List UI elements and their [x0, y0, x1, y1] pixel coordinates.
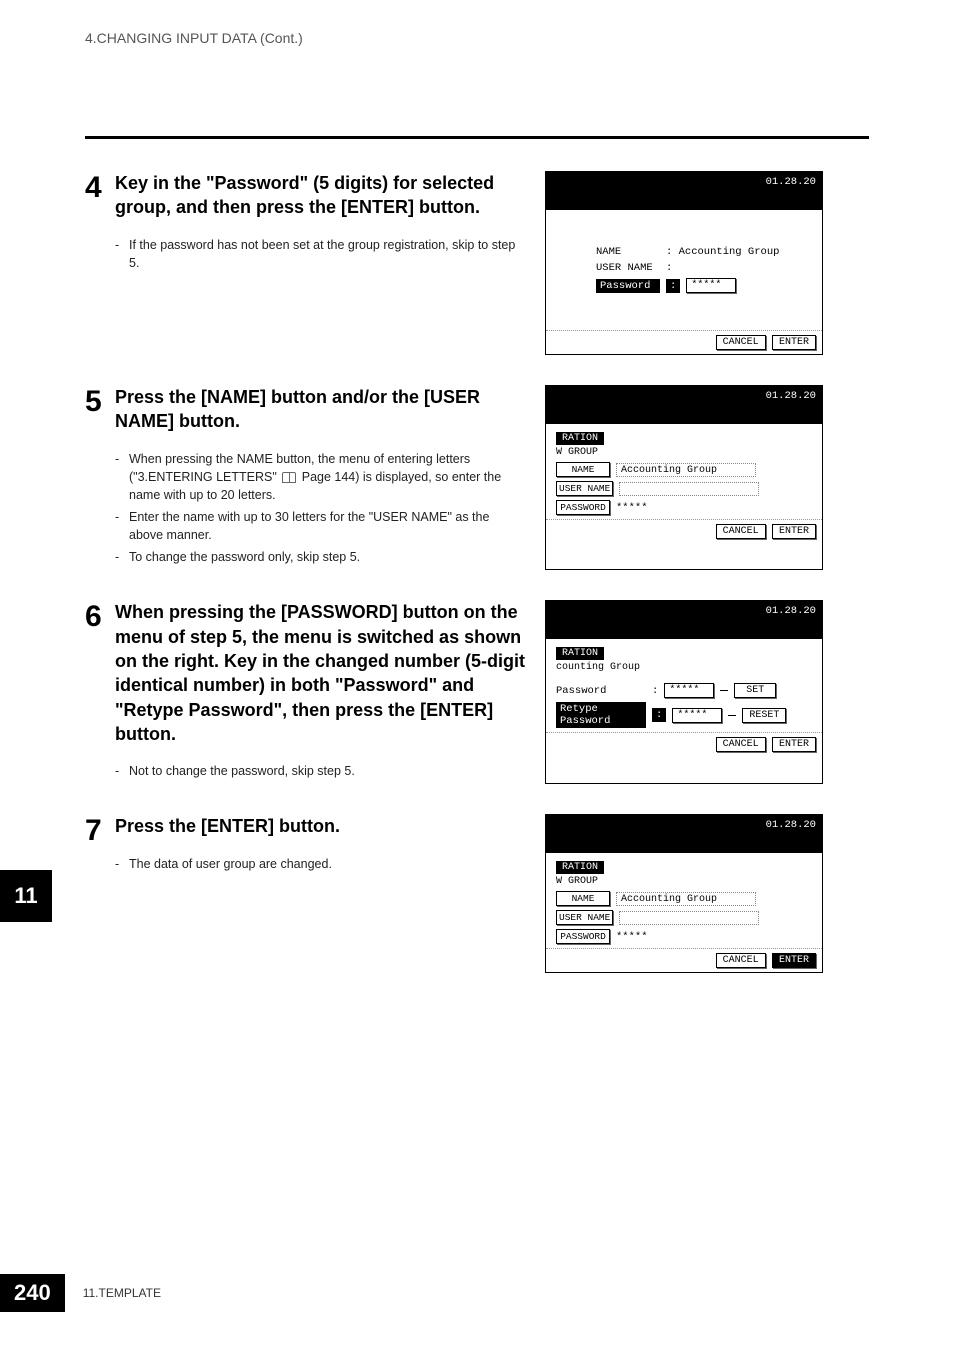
step-title: Press the [NAME] button and/or the [USER… — [115, 385, 525, 434]
step-7: 7 Press the [ENTER] button. - The data o… — [85, 814, 869, 973]
step-number: 4 — [85, 171, 115, 355]
screenshot-step6: 01.28.20 RATION counting Group Password … — [545, 600, 823, 784]
bullet-dash: - — [115, 855, 129, 873]
enter-button[interactable]: ENTER — [772, 953, 816, 968]
username-value — [619, 482, 759, 496]
step-number: 7 — [85, 814, 115, 973]
username-button[interactable]: USER NAME — [556, 481, 613, 496]
cancel-button[interactable]: CANCEL — [716, 953, 766, 968]
set-button[interactable]: SET — [734, 683, 776, 698]
tab-label: RATION — [556, 647, 604, 660]
username-value: : — [666, 262, 672, 274]
timestamp: 01.28.20 — [766, 605, 816, 617]
step-4: 4 Key in the "Password" (5 digits) for s… — [85, 171, 869, 355]
cancel-button[interactable]: CANCEL — [716, 524, 766, 539]
page-number: 240 — [0, 1274, 65, 1312]
step-6: 6 When pressing the [PASSWORD] button on… — [85, 600, 869, 784]
page-header: 4.CHANGING INPUT DATA (Cont.) — [85, 30, 869, 139]
timestamp: 01.28.20 — [766, 176, 816, 188]
password-button[interactable]: PASSWORD — [556, 500, 610, 515]
step-number: 6 — [85, 600, 115, 784]
reset-button[interactable]: RESET — [742, 708, 786, 723]
timestamp: 01.28.20 — [766, 390, 816, 402]
step-5: 5 Press the [NAME] button and/or the [US… — [85, 385, 869, 570]
colon: : — [652, 685, 658, 697]
chapter-tab: 11 — [0, 870, 52, 922]
subheading: W GROUP — [556, 447, 812, 458]
enter-button[interactable]: ENTER — [772, 335, 816, 350]
bullet-dash: - — [115, 450, 129, 504]
username-label: USER NAME — [596, 262, 660, 274]
password-label: Password — [596, 279, 660, 293]
screenshot-step4: 01.28.20 NAME : Accounting Group USER NA… — [545, 171, 823, 355]
step-title: When pressing the [PASSWORD] button on t… — [115, 600, 525, 746]
retype-label: Retype Password — [556, 702, 646, 728]
bullet-dash: - — [115, 762, 129, 780]
bullet-text: Not to change the password, skip step 5. — [129, 762, 525, 780]
timestamp: 01.28.20 — [766, 819, 816, 831]
page-footer: 240 11.TEMPLATE — [0, 1274, 161, 1312]
name-value: Accounting Group — [616, 463, 756, 477]
tab-label: RATION — [556, 432, 604, 445]
cancel-button[interactable]: CANCEL — [716, 737, 766, 752]
step-title: Press the [ENTER] button. — [115, 814, 525, 838]
password-button[interactable]: PASSWORD — [556, 929, 610, 944]
screenshot-step7: 01.28.20 RATION W GROUP NAME Accounting … — [545, 814, 823, 973]
password-input[interactable]: ***** — [664, 683, 714, 698]
bullet-text: The data of user group are changed. — [129, 855, 525, 873]
bullet-text: To change the password only, skip step 5… — [129, 548, 525, 566]
bullet-dash: - — [115, 548, 129, 566]
subheading: W GROUP — [556, 876, 812, 887]
step-title: Key in the "Password" (5 digits) for sel… — [115, 171, 525, 220]
colon: : — [666, 279, 680, 293]
password-value: ***** — [616, 502, 648, 514]
colon: : — [652, 708, 666, 722]
password-value: ***** — [616, 931, 648, 943]
bullet-dash: - — [115, 508, 129, 544]
screenshot-step5: 01.28.20 RATION W GROUP NAME Accounting … — [545, 385, 823, 570]
cancel-button[interactable]: CANCEL — [716, 335, 766, 350]
retype-input[interactable]: ***** — [672, 708, 722, 723]
name-label: NAME — [596, 246, 660, 258]
password-label: Password — [556, 685, 646, 697]
enter-button[interactable]: ENTER — [772, 524, 816, 539]
bullet-dash: - — [115, 236, 129, 272]
step-number: 5 — [85, 385, 115, 570]
book-icon — [282, 472, 296, 483]
chapter-label: 11.TEMPLATE — [83, 1286, 161, 1300]
enter-button[interactable]: ENTER — [772, 737, 816, 752]
name-value: : Accounting Group — [666, 246, 779, 258]
username-value — [619, 911, 759, 925]
password-input[interactable]: ***** — [686, 278, 736, 293]
name-button[interactable]: NAME — [556, 462, 610, 477]
name-button[interactable]: NAME — [556, 891, 610, 906]
bullet-text: When pressing the NAME button, the menu … — [129, 450, 525, 504]
tab-label: RATION — [556, 861, 604, 874]
bullet-text: Enter the name with up to 30 letters for… — [129, 508, 525, 544]
bullet-text: If the password has not been set at the … — [129, 236, 525, 272]
subheading: counting Group — [556, 662, 812, 673]
username-button[interactable]: USER NAME — [556, 910, 613, 925]
name-value: Accounting Group — [616, 892, 756, 906]
